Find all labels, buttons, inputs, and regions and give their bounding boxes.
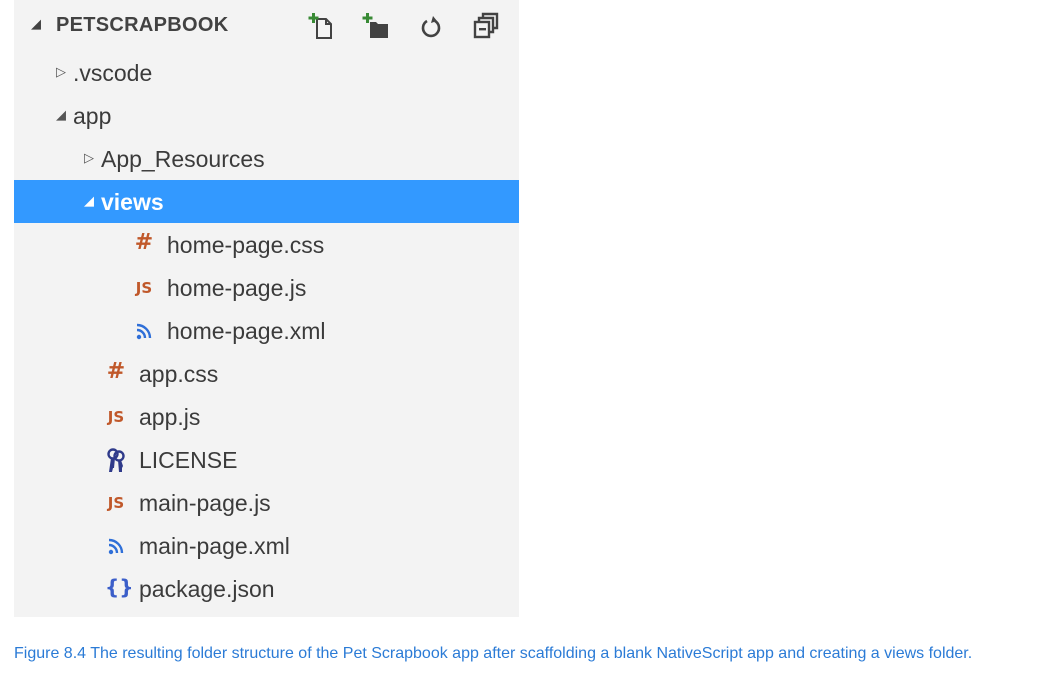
tree-item-label: app.css (139, 361, 219, 387)
tree-item-license[interactable]: LICENSE (14, 438, 519, 481)
css-file-icon: # (106, 359, 126, 384)
tree-item-vscode[interactable]: ▷ .vscode (14, 51, 519, 94)
tree-item-label: main-page.js (139, 490, 271, 516)
expanded-caret-icon[interactable]: ◢ (56, 107, 70, 123)
keys-icon (105, 448, 127, 472)
project-title[interactable]: PETSCRAPBOOK (56, 14, 229, 37)
tree-item-home-page-js[interactable]: JS home-page.js (14, 266, 519, 309)
tree-item-label: package.json (139, 576, 275, 602)
expanded-caret-icon[interactable]: ◢ (84, 193, 98, 209)
new-file-icon[interactable] (307, 10, 339, 42)
json-file-icon: {} (105, 575, 134, 599)
tree-item-label: home-page.css (167, 232, 325, 258)
tree-item-label: home-page.xml (167, 318, 326, 344)
tree-item-views[interactable]: ◢ views (14, 180, 519, 223)
tree-item-label: main-page.xml (139, 533, 290, 559)
refresh-icon[interactable] (415, 10, 447, 42)
tree-item-app-js[interactable]: JS app.js (14, 395, 519, 438)
figure-caption: Figure 8.4 The resulting folder structur… (14, 645, 973, 662)
js-file-icon: JS (107, 408, 125, 426)
tree-item-app[interactable]: ◢ app (14, 94, 519, 137)
collapsed-caret-icon[interactable]: ▷ (56, 64, 70, 80)
tree-item-label: app (73, 103, 112, 129)
tree-item-app-css[interactable]: # app.css (14, 352, 519, 395)
new-folder-icon[interactable] (361, 10, 393, 42)
xml-file-icon (133, 319, 155, 343)
tree-item-label: app.js (139, 404, 201, 430)
tree-item-app-resources[interactable]: ▷ App_Resources (14, 137, 519, 180)
tree-item-home-page-xml[interactable]: home-page.xml (14, 309, 519, 352)
collapse-all-icon[interactable] (469, 10, 501, 42)
tree-item-main-page-xml[interactable]: main-page.xml (14, 524, 519, 567)
tree-item-label: views (101, 189, 164, 215)
tree-item-package-json[interactable]: {} package.json (14, 567, 519, 610)
explorer-header[interactable]: ◢ PETSCRAPBOOK (14, 0, 519, 51)
tree-item-label: App_Resources (101, 146, 265, 172)
xml-file-icon (105, 534, 127, 558)
tree-item-label: LICENSE (139, 447, 238, 473)
tree-item-label: .vscode (73, 60, 153, 86)
tree-item-label: home-page.js (167, 275, 307, 301)
tree-item-main-page-js[interactable]: JS main-page.js (14, 481, 519, 524)
js-file-icon: JS (135, 279, 153, 297)
collapsed-caret-icon[interactable]: ▷ (84, 150, 98, 166)
tree-item-home-page-css[interactable]: # home-page.css (14, 223, 519, 266)
js-file-icon: JS (107, 494, 125, 512)
css-file-icon: # (134, 230, 154, 255)
file-explorer: ◢ PETSCRAPBOOK ▷ .vscode ◢ app ▷ App_Res… (14, 0, 519, 617)
collapse-caret-icon[interactable]: ◢ (31, 16, 41, 32)
